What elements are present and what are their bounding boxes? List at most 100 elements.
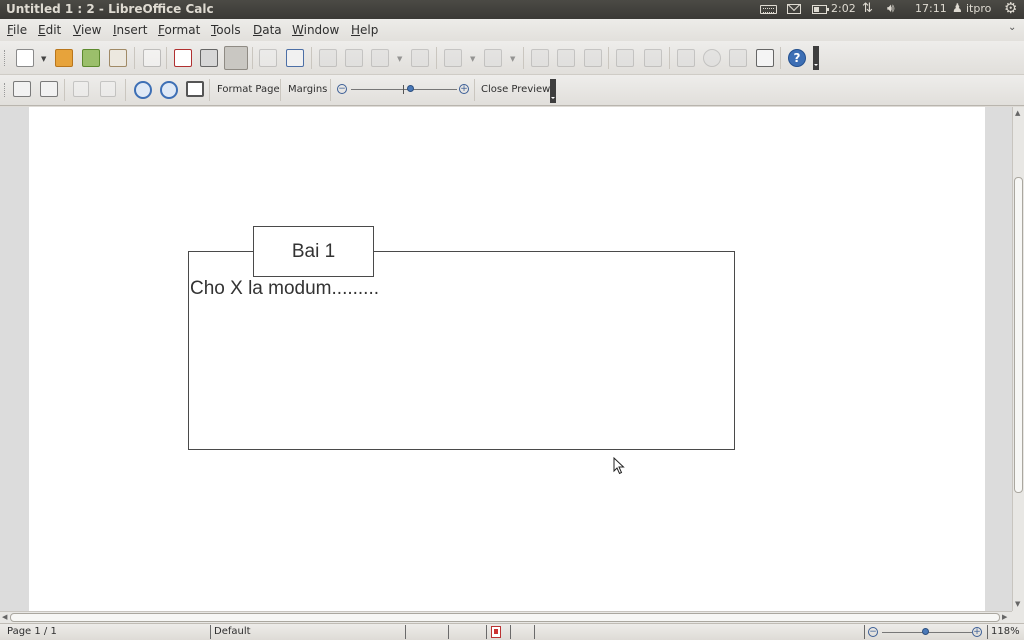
horizontal-scrollbar[interactable]: ◀ ▶ — [0, 611, 1012, 623]
chevron-down-icon[interactable]: ▼ — [397, 55, 402, 63]
zoom-slider-knob[interactable] — [922, 628, 929, 635]
vertical-scroll-thumb[interactable] — [1014, 177, 1023, 493]
export-pdf-icon[interactable] — [174, 49, 192, 67]
spellcheck-icon[interactable] — [259, 49, 277, 67]
zoom-slider-knob[interactable] — [407, 85, 414, 92]
margins-button[interactable]: Margins — [288, 84, 327, 95]
menu-help[interactable]: Help — [351, 23, 378, 37]
find-replace-icon[interactable] — [677, 49, 695, 67]
next-page-icon[interactable] — [40, 81, 58, 97]
zoom-out-icon[interactable] — [160, 81, 178, 99]
toolbar-separator — [608, 47, 609, 69]
menu-format[interactable]: Format — [158, 23, 200, 37]
menu-data[interactable]: Data — [253, 23, 282, 37]
battery-time[interactable]: 2:02 — [831, 2, 856, 15]
gallery-icon[interactable] — [729, 49, 747, 67]
toolbar-separator — [474, 79, 475, 101]
open-folder-icon[interactable] — [55, 49, 73, 67]
scroll-down-icon[interactable]: ▼ — [1015, 600, 1020, 608]
toolbar-overflow-handle[interactable] — [813, 46, 819, 70]
draw-functions-icon[interactable] — [644, 49, 662, 67]
new-document-icon[interactable] — [16, 49, 34, 67]
mail-icon[interactable] — [787, 4, 801, 14]
print-preview-area[interactable]: Bai 1 Cho X la modum......... — [0, 107, 1012, 611]
status-separator — [210, 625, 211, 639]
help-icon[interactable]: ? — [788, 49, 806, 67]
paste-icon[interactable] — [371, 49, 389, 67]
print-icon[interactable] — [200, 49, 218, 67]
hyperlink-icon[interactable] — [531, 49, 549, 67]
toolbar-separator — [523, 47, 524, 69]
status-separator — [864, 625, 865, 639]
print-preview-icon[interactable] — [224, 46, 248, 70]
redo-icon[interactable] — [484, 49, 502, 67]
horizontal-scroll-thumb[interactable] — [10, 613, 1000, 622]
user-name[interactable]: itpro — [966, 2, 991, 15]
clock[interactable]: 17:11 — [915, 2, 947, 15]
gear-icon[interactable]: ⚙ — [1004, 0, 1017, 17]
keyboard-icon[interactable] — [760, 5, 777, 14]
clone-formatting-icon[interactable] — [411, 49, 429, 67]
volume-icon[interactable]: 🔊︎ — [887, 1, 895, 16]
user-icon[interactable]: ♟ — [952, 1, 963, 15]
zoom-slider-track[interactable] — [351, 89, 457, 90]
insert-chart-icon[interactable] — [616, 49, 634, 67]
status-bar: Page 1 / 1 Default − + 118% — [0, 623, 1024, 640]
battery-icon[interactable] — [812, 5, 829, 14]
zoom-icon[interactable] — [756, 49, 774, 67]
zoom-minus-icon[interactable]: − — [337, 84, 347, 94]
auto-spellcheck-icon[interactable] — [286, 49, 304, 67]
body-text: Cho X la modum......... — [190, 278, 380, 299]
scroll-left-icon[interactable]: ◀ — [2, 613, 7, 621]
zoom-in-icon[interactable] — [134, 81, 152, 99]
first-page-icon[interactable] — [73, 81, 89, 97]
status-zoom-slider[interactable]: − + — [868, 625, 984, 639]
zoom-plus-icon[interactable]: + — [459, 84, 469, 94]
scroll-right-icon[interactable]: ▶ — [1002, 613, 1007, 621]
edit-file-icon[interactable] — [143, 49, 161, 67]
toolbar-separator — [280, 79, 281, 101]
digital-signature-icon[interactable] — [491, 626, 501, 638]
zoom-slider-tick — [403, 85, 404, 94]
scroll-up-icon[interactable]: ▲ — [1015, 109, 1020, 117]
undo-icon[interactable] — [444, 49, 462, 67]
full-screen-icon[interactable] — [186, 81, 204, 97]
email-document-icon[interactable] — [109, 49, 127, 67]
vertical-scrollbar[interactable]: ▲ ▼ — [1012, 107, 1024, 611]
toolbar-grip[interactable] — [4, 83, 7, 97]
system-top-bar: Untitled 1 : 2 - LibreOffice Calc 2:02 ⇅… — [0, 0, 1024, 19]
title-text-box[interactable]: Bai 1 — [253, 226, 374, 277]
chevron-down-icon[interactable]: ▼ — [470, 55, 475, 63]
zoom-percent[interactable]: 118% — [991, 626, 1020, 637]
toolbar-separator — [669, 47, 670, 69]
menu-view[interactable]: View — [73, 23, 101, 37]
close-preview-button[interactable]: Close Preview — [481, 84, 550, 95]
menu-tools[interactable]: Tools — [211, 23, 241, 37]
network-icon[interactable]: ⇅ — [862, 1, 873, 16]
cut-icon[interactable] — [319, 49, 337, 67]
menu-window[interactable]: Window — [292, 23, 339, 37]
chevron-down-icon[interactable]: ⌄ — [1008, 22, 1016, 33]
toolbar-separator — [436, 47, 437, 69]
page-style[interactable]: Default — [214, 626, 251, 637]
menu-insert[interactable]: Insert — [113, 23, 147, 37]
sort-ascending-icon[interactable] — [557, 49, 575, 67]
menu-file[interactable]: File — [7, 23, 27, 37]
toolbar-grip[interactable] — [4, 50, 7, 66]
page-indicator[interactable]: Page 1 / 1 — [7, 626, 57, 637]
last-page-icon[interactable] — [100, 81, 116, 97]
sort-descending-icon[interactable] — [584, 49, 602, 67]
zoom-minus-icon[interactable]: − — [868, 627, 878, 637]
save-icon[interactable] — [82, 49, 100, 67]
navigator-icon[interactable] — [703, 49, 721, 67]
previous-page-icon[interactable] — [13, 81, 31, 97]
chevron-down-icon[interactable]: ▼ — [41, 55, 46, 63]
menu-edit[interactable]: Edit — [38, 23, 61, 37]
chevron-down-icon[interactable]: ▼ — [510, 55, 515, 63]
zoom-plus-icon[interactable]: + — [972, 627, 982, 637]
copy-icon[interactable] — [345, 49, 363, 67]
format-page-button[interactable]: Format Page — [217, 84, 280, 95]
toolbar-overflow-handle[interactable] — [550, 79, 556, 103]
status-separator — [987, 625, 988, 639]
preview-zoom-slider[interactable]: − + — [337, 81, 471, 99]
